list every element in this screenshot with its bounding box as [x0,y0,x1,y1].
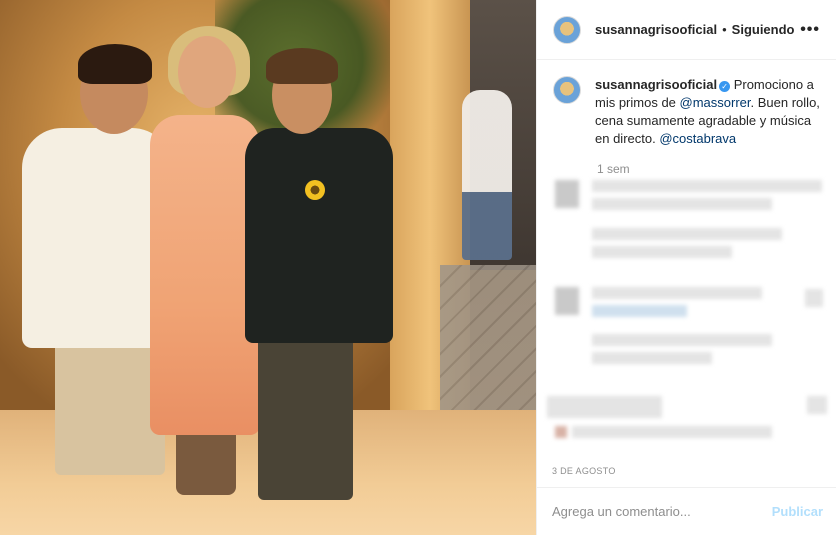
mention-massorrer[interactable]: @massorrer [680,95,751,110]
photo-sunflower-print [305,180,325,200]
photo-person-middle-head [178,36,236,108]
caption-username[interactable]: susannagrisooficial [595,77,717,92]
caption-timestamp[interactable]: 1 sem [597,162,836,176]
following-button[interactable]: Siguiendo [732,22,795,37]
publish-button[interactable]: Publicar [772,504,823,519]
separator-dot: • [722,22,727,37]
photo-person-right-shirt [245,128,393,343]
photo-person-right-hair [266,48,338,84]
blurred-comment-reply [537,330,836,370]
blurred-comment-reply [537,224,836,264]
photo-person-right-pants [258,330,353,500]
photo-person-middle-dress [150,115,260,435]
photo-person-middle-boots [176,425,236,495]
blurred-comment [537,176,836,216]
blurred-comment [537,392,836,452]
post-side-panel: susannagrisooficial • Siguiendo ••• susa… [536,0,836,535]
mention-costabrava[interactable]: @costabrava [659,131,736,146]
author-username[interactable]: susannagrisooficial [595,22,717,37]
photo-person-left-hair [78,44,152,84]
photo-stone-floor [440,265,536,415]
photo-person-left-pants [55,335,165,475]
comment-input[interactable] [552,504,772,519]
verified-badge-icon: ✓ [719,81,731,92]
post-header: susannagrisooficial • Siguiendo ••• [537,0,836,60]
caption-avatar[interactable] [553,76,581,104]
photo-background-person [462,90,512,260]
comment-bar: Publicar [537,487,836,535]
author-avatar[interactable] [553,15,581,44]
blurred-comment [537,283,836,323]
post-date[interactable]: 3 DE AGOSTO [552,466,616,476]
post-photo[interactable] [0,0,536,535]
caption-body: susannagrisooficial ✓ Promociono a mis pr… [595,76,820,148]
post-caption: susannagrisooficial ✓ Promociono a mis pr… [537,60,836,148]
more-options-icon[interactable]: ••• [800,21,820,39]
